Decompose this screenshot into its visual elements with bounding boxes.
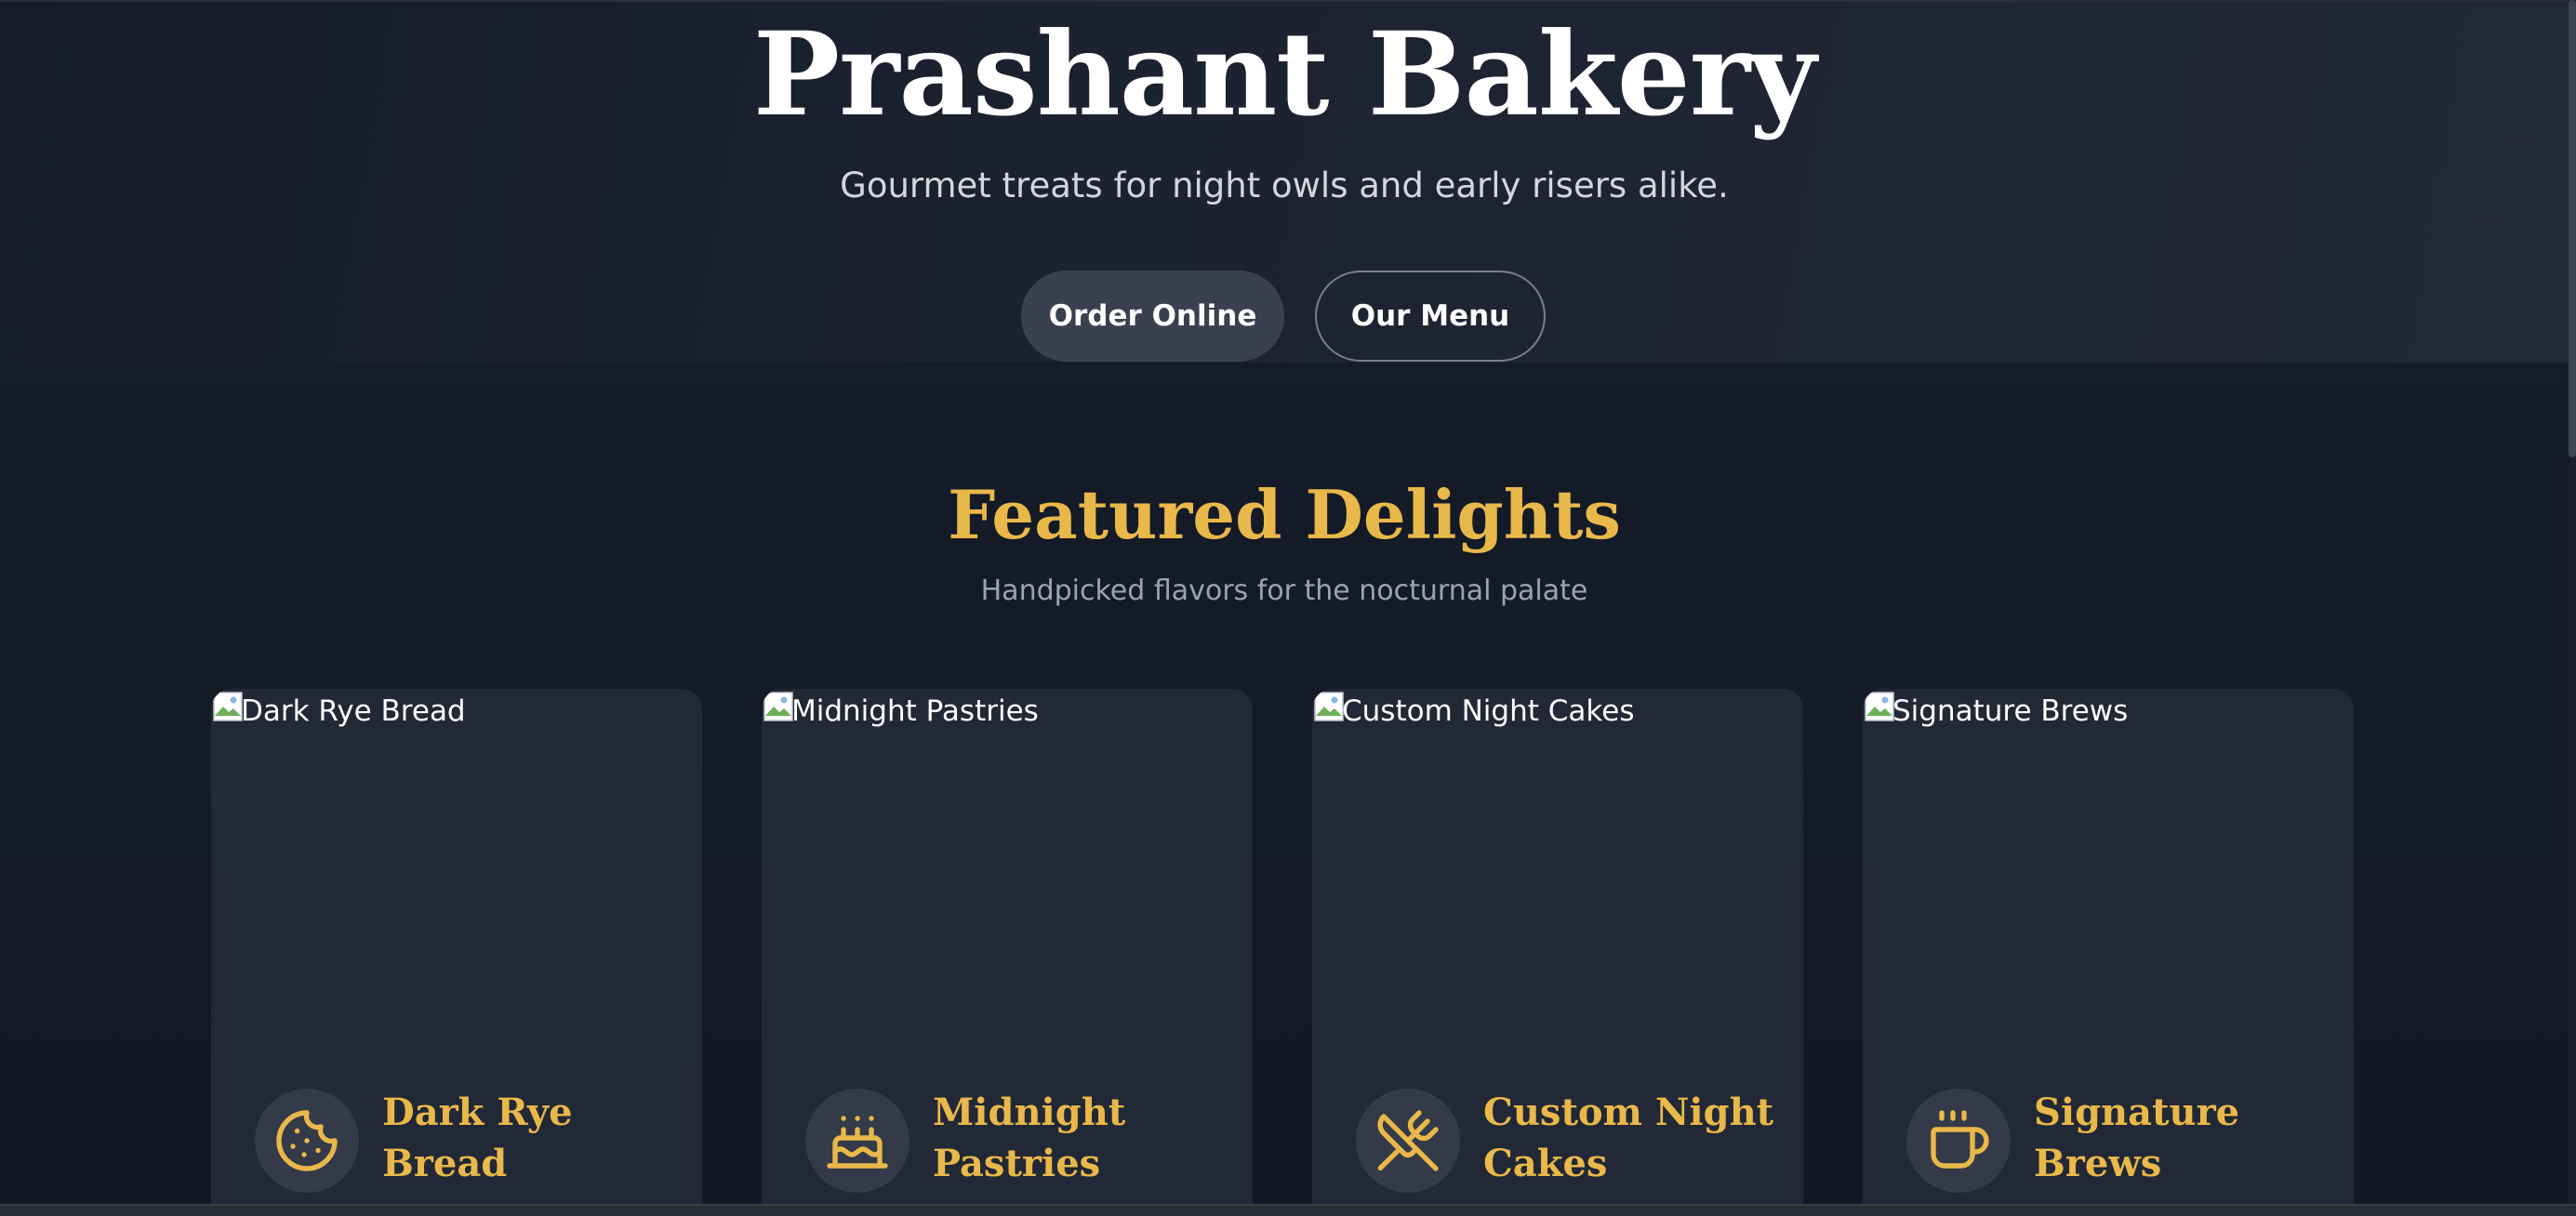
product-card-custom-night-cakes[interactable]: Custom Night Cakes Custom Night Cakes xyxy=(1312,689,1803,1216)
cookie-icon-badge xyxy=(255,1089,359,1193)
utensils-crossed-icon xyxy=(1377,1110,1439,1171)
hero-tagline: Gourmet treats for night owls and early … xyxy=(840,165,1729,205)
broken-image-icon xyxy=(1314,692,1344,721)
utensils-crossed-icon-badge xyxy=(1356,1089,1460,1193)
product-image-alt: Signature Brews xyxy=(1892,694,2129,728)
featured-subtitle: Handpicked flavors for the nocturnal pal… xyxy=(980,575,1588,607)
scrollbar-thumb[interactable] xyxy=(2569,0,2576,457)
coffee-icon xyxy=(1931,1110,1989,1169)
product-image-alt: Dark Rye Bread xyxy=(241,694,466,728)
cake-icon-badge xyxy=(805,1089,910,1193)
product-image: Dark Rye Bread xyxy=(211,689,466,734)
product-image: Signature Brews xyxy=(1863,689,2128,734)
product-card-midnight-pastries[interactable]: Midnight Pastries Midnight Pastries xyxy=(762,689,1253,1216)
product-image-alt: Midnight Pastries xyxy=(791,694,1039,728)
product-name: Midnight Pastries xyxy=(933,1090,1126,1185)
vertical-scrollbar[interactable] xyxy=(2569,0,2576,1205)
cake-icon xyxy=(827,1116,888,1169)
product-image-alt: Custom Night Cakes xyxy=(1342,694,1635,728)
featured-title: Featured Delights xyxy=(948,475,1621,554)
product-name: Dark Rye Bread xyxy=(382,1090,573,1185)
bottom-edge xyxy=(0,1204,2576,1216)
product-image: Custom Night Cakes xyxy=(1312,689,1634,734)
product-name: Custom Night Cakes xyxy=(1483,1090,1774,1185)
hero-title: Prashant Bakery xyxy=(752,7,1816,142)
product-name: Signature Brews xyxy=(2034,1090,2240,1185)
our-menu-button[interactable]: Our Menu xyxy=(1315,271,1546,362)
broken-image-icon xyxy=(764,692,793,721)
product-image: Midnight Pastries xyxy=(762,689,1039,734)
hero-section: Prashant Bakery Gourmet treats for night… xyxy=(0,0,2569,363)
broken-image-icon xyxy=(213,692,243,721)
broken-image-icon xyxy=(1865,692,1894,721)
product-card-dark-rye-bread[interactable]: Dark Rye Bread Dark Rye Bread xyxy=(211,689,702,1216)
cookie-icon xyxy=(276,1110,338,1171)
order-online-button[interactable]: Order Online xyxy=(1021,271,1284,362)
coffee-icon-badge xyxy=(1906,1089,2011,1193)
product-card-signature-brews[interactable]: Signature Brews Signature Brews xyxy=(1863,689,2354,1216)
page: Prashant Bakery Gourmet treats for night… xyxy=(0,0,2576,1216)
